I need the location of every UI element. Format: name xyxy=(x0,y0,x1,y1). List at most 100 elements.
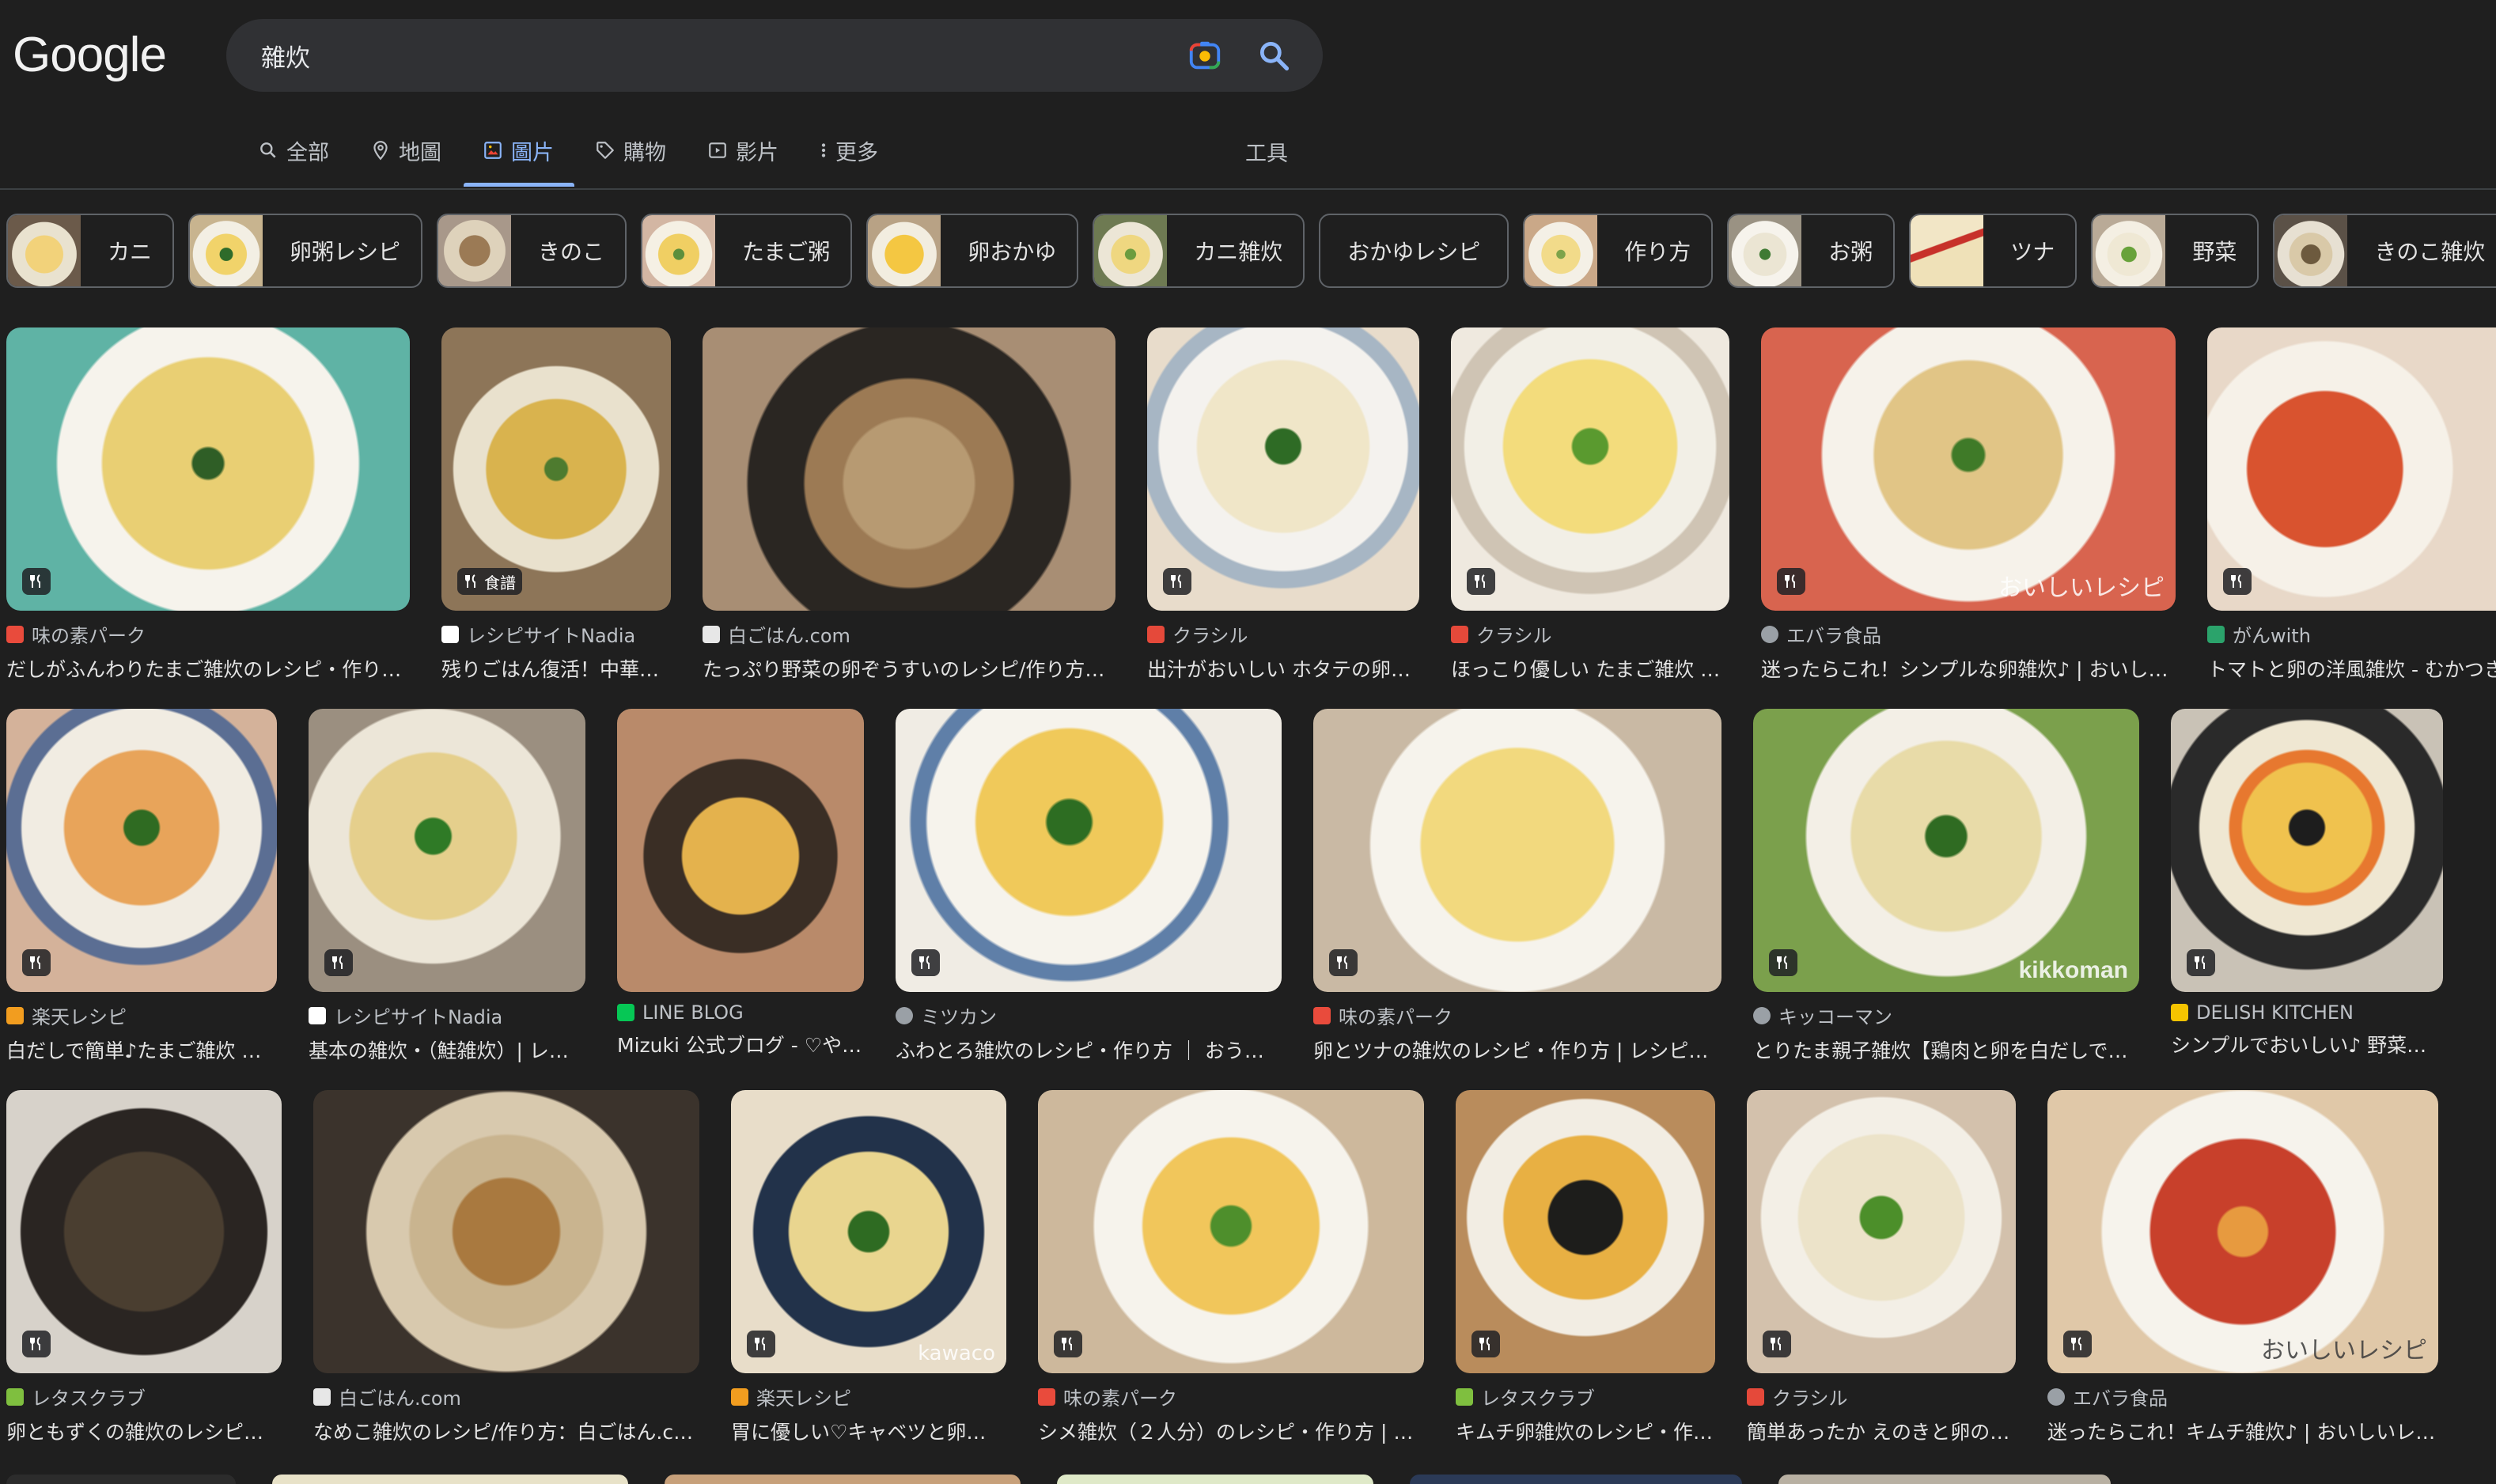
image-result[interactable]: 食譜 レシピサイトNadia 残りごはん復活！中華… xyxy=(441,327,671,683)
image-result[interactable]: レタスクラブ 卵ともずくの雑炊のレシピ… xyxy=(6,1090,282,1445)
result-source[interactable]: 楽天レシピ xyxy=(731,1383,1006,1410)
image-result[interactable]: kikkoman キッコーマン とりたま親子雑炊【鶏肉と卵を白だしで… xyxy=(1753,709,2139,1064)
result-title[interactable]: 白だしで簡単♪たまご雑炊 レ… xyxy=(6,1035,277,1064)
result-image[interactable]: おいしいレシピ xyxy=(1761,327,2176,611)
result-title[interactable]: 卵ともずくの雑炊のレシピ… xyxy=(6,1417,282,1445)
chip[interactable]: おかゆレシピ xyxy=(1319,214,1509,288)
image-result[interactable]: クラシル 簡単あったか えのきと卵の… xyxy=(1747,1090,2016,1445)
result-title[interactable]: Mizuki 公式ブログ - ♡や… xyxy=(617,1030,864,1058)
tab-shopping[interactable]: 購物 xyxy=(595,133,687,168)
result-source[interactable]: レシピサイトNadia xyxy=(441,620,671,648)
result-image[interactable] xyxy=(1747,1090,2016,1373)
result-image[interactable]: 食譜 xyxy=(441,327,671,611)
chip[interactable]: カニ xyxy=(6,214,175,288)
result-image[interactable] xyxy=(309,709,585,992)
result-source[interactable]: 白ごはん.com xyxy=(313,1383,699,1410)
result-source[interactable]: 味の素パーク xyxy=(1038,1383,1424,1410)
result-image[interactable] xyxy=(6,327,410,611)
chip[interactable]: 卵おかゆ xyxy=(866,214,1079,288)
search-query[interactable]: 雜炊 xyxy=(261,38,1187,74)
image-result[interactable]: おいしいレシピ エバラ食品 迷ったらこれ！キムチ雑炊♪ | おいしいレ… xyxy=(2047,1090,2438,1445)
result-title[interactable]: シンプルでおいしい♪ 野菜の… xyxy=(2171,1030,2443,1058)
image-result[interactable]: 白ごはん.com なめこ雑炊のレシピ/作り方：白ごはん.co… xyxy=(313,1090,699,1445)
result-image[interactable] xyxy=(1147,327,1419,611)
chip[interactable]: きのこ雑炊 xyxy=(2273,214,2496,288)
result-title[interactable]: たっぷり野菜の卵ぞうすいのレシピ/作り方… xyxy=(703,654,1115,683)
result-title[interactable]: ふわとろ雑炊のレシピ・作り方 ｜ おうち… xyxy=(896,1035,1282,1064)
chip[interactable]: 卵粥レシピ xyxy=(188,214,423,288)
result-image[interactable]: kawaco xyxy=(731,1090,1006,1373)
image-result[interactable]: ミツカン ふわとろ雑炊のレシピ・作り方 ｜ おうち… xyxy=(896,709,1282,1064)
next-row-image[interactable] xyxy=(6,1475,236,1484)
result-image[interactable] xyxy=(896,709,1282,992)
image-result[interactable]: レシピサイトNadia 基本の雑炊・（鮭雑炊）| レ… xyxy=(309,709,585,1064)
next-row-image[interactable] xyxy=(1778,1475,2111,1484)
next-row-image[interactable] xyxy=(272,1475,628,1484)
tab-maps[interactable]: 地圖 xyxy=(370,133,462,168)
image-result[interactable]: 味の素パーク シメ雑炊（２人分）のレシピ・作り方 | … xyxy=(1038,1090,1424,1445)
result-title[interactable]: 出汁がおいしい ホタテの卵… xyxy=(1147,654,1419,683)
result-title[interactable]: シメ雑炊（２人分）のレシピ・作り方 | … xyxy=(1038,1417,1424,1445)
result-source[interactable]: クラシル xyxy=(1747,1383,2016,1410)
result-title[interactable]: 基本の雑炊・（鮭雑炊）| レ… xyxy=(309,1035,585,1064)
chip[interactable]: たまご粥 xyxy=(641,214,853,288)
image-result[interactable]: 楽天レシピ 白だしで簡単♪たまご雑炊 レ… xyxy=(6,709,277,1064)
result-source[interactable]: レシピサイトNadia xyxy=(309,1001,585,1029)
result-title[interactable]: だしがふんわりたまご雑炊のレシピ・作り… xyxy=(6,654,410,683)
result-image[interactable] xyxy=(1451,327,1729,611)
google-logo[interactable]: Google xyxy=(13,27,167,83)
result-title[interactable]: ほっこり優しい たまご雑炊 … xyxy=(1451,654,1729,683)
result-source[interactable]: 味の素パーク xyxy=(1313,1001,1721,1029)
tab-more[interactable]: 更多 xyxy=(820,133,899,168)
result-title[interactable]: 迷ったらこれ！シンプルな卵雑炊♪ | おいし… xyxy=(1761,654,2176,683)
result-source[interactable]: キッコーマン xyxy=(1753,1001,2139,1029)
chip[interactable]: カニ雑炊 xyxy=(1093,214,1305,288)
result-image[interactable] xyxy=(313,1090,699,1373)
result-image[interactable] xyxy=(617,709,864,992)
chip[interactable]: きのこ xyxy=(437,214,627,288)
tab-all[interactable]: 全部 xyxy=(258,133,350,168)
tab-images[interactable]: 圖片 xyxy=(464,133,574,187)
result-title[interactable]: 簡単あったか えのきと卵の… xyxy=(1747,1417,2016,1445)
result-source[interactable]: エバラ食品 xyxy=(1761,620,2176,648)
result-title[interactable]: 胃に優しい♡キャベツと卵… xyxy=(731,1417,1006,1445)
image-result[interactable]: 味の素パーク だしがふんわりたまご雑炊のレシピ・作り… xyxy=(6,327,410,683)
result-source[interactable]: 味の素パーク xyxy=(6,620,410,648)
image-result[interactable]: LINE BLOG Mizuki 公式ブログ - ♡や… xyxy=(617,709,864,1064)
next-row-image[interactable] xyxy=(1057,1475,1373,1484)
result-image[interactable] xyxy=(6,1090,282,1373)
result-source[interactable]: クラシル xyxy=(1451,620,1729,648)
image-result[interactable]: レタスクラブ キムチ卵雑炊のレシピ・作… xyxy=(1456,1090,1715,1445)
tools-button[interactable]: 工具 xyxy=(1245,136,1288,167)
image-result[interactable]: がんwith トマトと卵の洋風雑炊 - むかつき xyxy=(2207,327,2496,683)
image-result[interactable]: 白ごはん.com たっぷり野菜の卵ぞうすいのレシピ/作り方… xyxy=(703,327,1115,683)
chip[interactable]: 野菜 xyxy=(2091,214,2259,288)
image-result[interactable]: 味の素パーク 卵とツナの雑炊のレシピ・作り方 | レシピ… xyxy=(1313,709,1721,1064)
result-source[interactable]: DELISH KITCHEN xyxy=(2171,1001,2443,1024)
result-image[interactable] xyxy=(2171,709,2443,992)
result-source[interactable]: がんwith xyxy=(2207,620,2496,648)
result-source[interactable]: レタスクラブ xyxy=(1456,1383,1715,1410)
result-image[interactable]: kikkoman xyxy=(1753,709,2139,992)
image-result[interactable]: DELISH KITCHEN シンプルでおいしい♪ 野菜の… xyxy=(2171,709,2443,1064)
result-title[interactable]: 残りごはん復活！中華… xyxy=(441,654,671,683)
search-icon[interactable] xyxy=(1256,38,1291,73)
image-result[interactable]: おいしいレシピ エバラ食品 迷ったらこれ！シンプルな卵雑炊♪ | おいし… xyxy=(1761,327,2176,683)
result-title[interactable]: 卵とツナの雑炊のレシピ・作り方 | レシピ… xyxy=(1313,1035,1721,1064)
chip[interactable]: ツナ xyxy=(1909,214,2077,288)
search-box[interactable]: 雜炊 xyxy=(226,19,1323,92)
result-title[interactable]: キムチ卵雑炊のレシピ・作… xyxy=(1456,1417,1715,1445)
result-source[interactable]: クラシル xyxy=(1147,620,1419,648)
result-title[interactable]: なめこ雑炊のレシピ/作り方：白ごはん.co… xyxy=(313,1417,699,1445)
result-title[interactable]: トマトと卵の洋風雑炊 - むかつき xyxy=(2207,654,2496,683)
next-row-image[interactable] xyxy=(665,1475,1021,1484)
camera-lens-icon[interactable] xyxy=(1187,37,1223,74)
result-image[interactable] xyxy=(1038,1090,1424,1373)
result-image[interactable] xyxy=(1313,709,1721,992)
result-image[interactable]: おいしいレシピ xyxy=(2047,1090,2438,1373)
result-image[interactable] xyxy=(1456,1090,1715,1373)
image-result[interactable]: kawaco 楽天レシピ 胃に優しい♡キャベツと卵… xyxy=(731,1090,1006,1445)
result-source[interactable]: 楽天レシピ xyxy=(6,1001,277,1029)
result-title[interactable]: 迷ったらこれ！キムチ雑炊♪ | おいしいレ… xyxy=(2047,1417,2438,1445)
next-row-image[interactable] xyxy=(1410,1475,1742,1484)
